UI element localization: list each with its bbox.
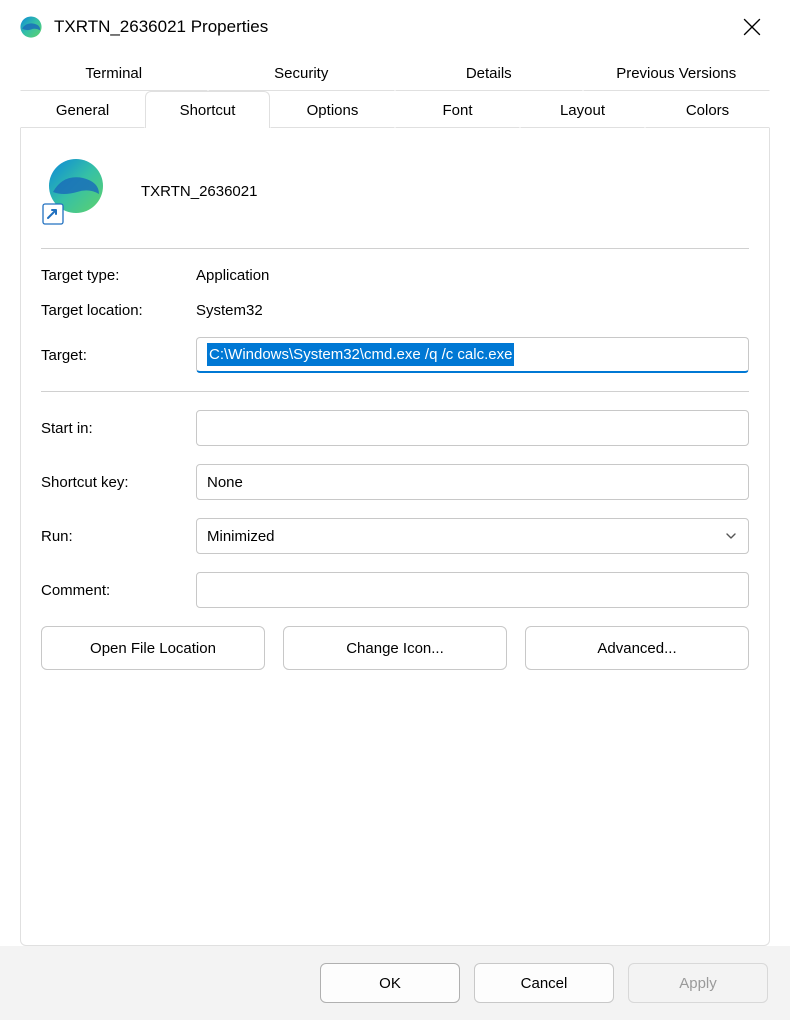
comment-input[interactable] (196, 572, 749, 608)
tabs-row-top: Terminal Security Details Previous Versi… (20, 54, 770, 91)
tab-layout[interactable]: Layout (520, 91, 645, 128)
app-icon (41, 156, 111, 226)
row-target: Target: C:\Windows\System32\cmd.exe /q /… (41, 337, 749, 373)
value-target-location: System32 (196, 302, 749, 319)
label-target-location: Target location: (41, 302, 196, 319)
label-start-in: Start in: (41, 420, 196, 437)
content-area: Terminal Security Details Previous Versi… (0, 54, 790, 946)
window-title: TXRTN_2636021 Properties (54, 17, 268, 37)
row-target-type: Target type: Application (41, 267, 749, 284)
edge-icon (18, 14, 44, 40)
start-in-input[interactable] (196, 410, 749, 446)
label-target: Target: (41, 347, 196, 364)
tab-options[interactable]: Options (270, 91, 395, 128)
titlebar: TXRTN_2636021 Properties (0, 0, 790, 54)
button-row: Open File Location Change Icon... Advanc… (41, 626, 749, 670)
label-target-type: Target type: (41, 267, 196, 284)
close-icon (743, 18, 761, 36)
dialog-footer: OK Cancel Apply (0, 946, 790, 1020)
tab-font[interactable]: Font (395, 91, 520, 128)
app-header-row: TXRTN_2636021 (41, 148, 749, 244)
tab-security[interactable]: Security (208, 54, 396, 91)
chevron-down-icon (724, 529, 738, 543)
separator (41, 248, 749, 249)
apply-button[interactable]: Apply (628, 963, 768, 1003)
row-start-in: Start in: (41, 410, 749, 446)
row-target-location: Target location: System32 (41, 302, 749, 319)
tab-details[interactable]: Details (395, 54, 583, 91)
properties-window: TXRTN_2636021 Properties Terminal Securi… (0, 0, 790, 1020)
run-select[interactable]: Minimized (196, 518, 749, 554)
label-comment: Comment: (41, 582, 196, 599)
row-comment: Comment: (41, 572, 749, 608)
ok-button[interactable]: OK (320, 963, 460, 1003)
shortcut-key-input[interactable] (196, 464, 749, 500)
label-run: Run: (41, 528, 196, 545)
target-input-value: C:\Windows\System32\cmd.exe /q /c calc.e… (207, 343, 514, 366)
tab-colors[interactable]: Colors (645, 91, 770, 128)
advanced-button[interactable]: Advanced... (525, 626, 749, 670)
cancel-button[interactable]: Cancel (474, 963, 614, 1003)
tab-shortcut[interactable]: Shortcut (145, 91, 270, 128)
tab-terminal[interactable]: Terminal (20, 54, 208, 91)
run-select-value: Minimized (207, 528, 275, 545)
separator (41, 391, 749, 392)
app-name: TXRTN_2636021 (141, 183, 257, 200)
row-run: Run: Minimized (41, 518, 749, 554)
value-target-type: Application (196, 267, 749, 284)
close-button[interactable] (732, 7, 772, 47)
shortcut-panel: TXRTN_2636021 Target type: Application T… (20, 128, 770, 946)
open-file-location-button[interactable]: Open File Location (41, 626, 265, 670)
row-shortcut-key: Shortcut key: (41, 464, 749, 500)
target-input[interactable]: C:\Windows\System32\cmd.exe /q /c calc.e… (196, 337, 749, 373)
label-shortcut-key: Shortcut key: (41, 474, 196, 491)
tab-general[interactable]: General (20, 91, 145, 128)
change-icon-button[interactable]: Change Icon... (283, 626, 507, 670)
tab-previous-versions[interactable]: Previous Versions (583, 54, 771, 91)
tabs-row-bottom: General Shortcut Options Font Layout Col… (20, 91, 770, 128)
